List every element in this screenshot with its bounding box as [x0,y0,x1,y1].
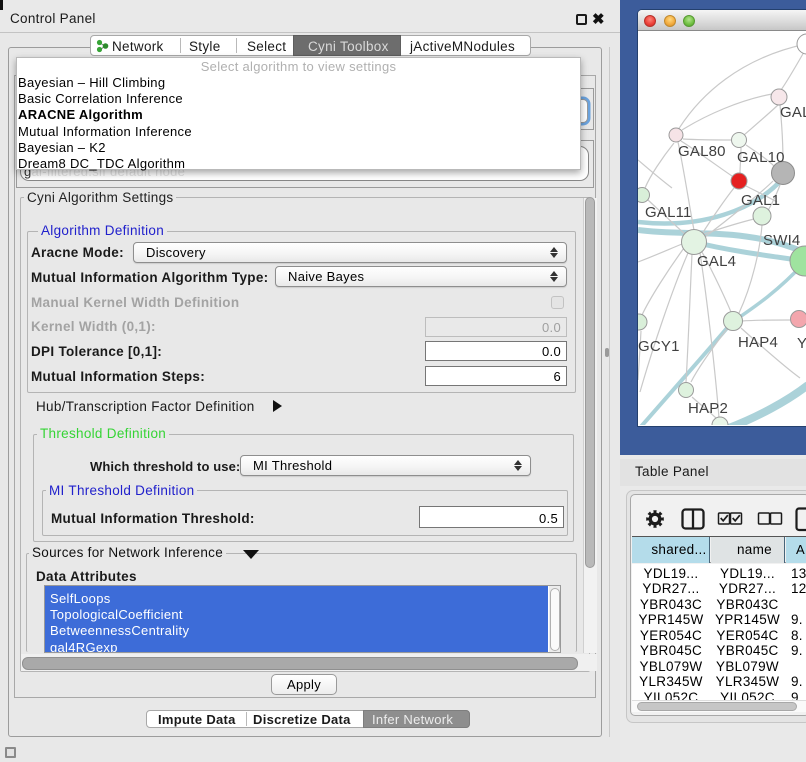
svg-text:GAL10: GAL10 [737,149,785,166]
svg-text:HAP2: HAP2 [688,400,728,417]
svg-text:GAL11: GAL11 [645,204,692,221]
svg-text:YM: YM [797,335,806,352]
svg-text:GAL80: GAL80 [678,143,726,160]
svg-text:SWI4: SWI4 [763,232,800,249]
svg-text:GAL7: GAL7 [780,104,806,121]
svg-text:HAP4: HAP4 [738,334,778,351]
svg-text:GAL1: GAL1 [741,192,780,209]
svg-text:GAL4: GAL4 [697,253,736,270]
svg-text:GCY1: GCY1 [638,338,680,355]
